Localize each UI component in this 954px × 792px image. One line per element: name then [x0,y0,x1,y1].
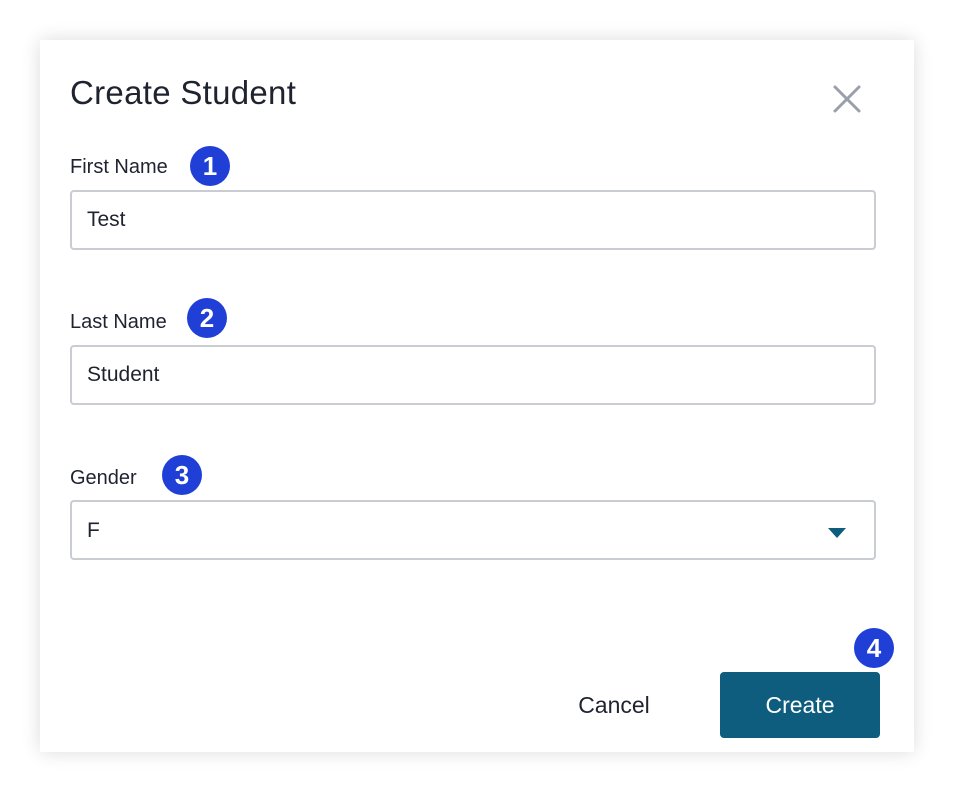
gender-label: Gender [70,467,137,489]
create-button[interactable]: Create [720,672,880,738]
callout-badge-3: 3 [162,455,202,495]
callout-badge-2: 2 [187,298,227,338]
callout-badge-1: 1 [190,146,230,186]
close-icon[interactable] [830,82,864,116]
last-name-field[interactable] [70,345,876,405]
first-name-label: First Name [70,156,168,178]
last-name-input[interactable] [72,347,874,403]
create-student-dialog: Create Student First Name 1 Last Name 2 … [40,40,914,752]
chevron-down-icon[interactable] [828,528,846,538]
first-name-field[interactable] [70,190,876,250]
callout-badge-4: 4 [854,628,894,668]
dialog-title: Create Student [70,74,297,111]
gender-select[interactable]: F [70,500,876,560]
cancel-button[interactable]: Cancel [555,672,673,738]
first-name-input[interactable] [72,192,874,248]
gender-selected-value: F [87,519,100,542]
last-name-label: Last Name [70,311,167,333]
